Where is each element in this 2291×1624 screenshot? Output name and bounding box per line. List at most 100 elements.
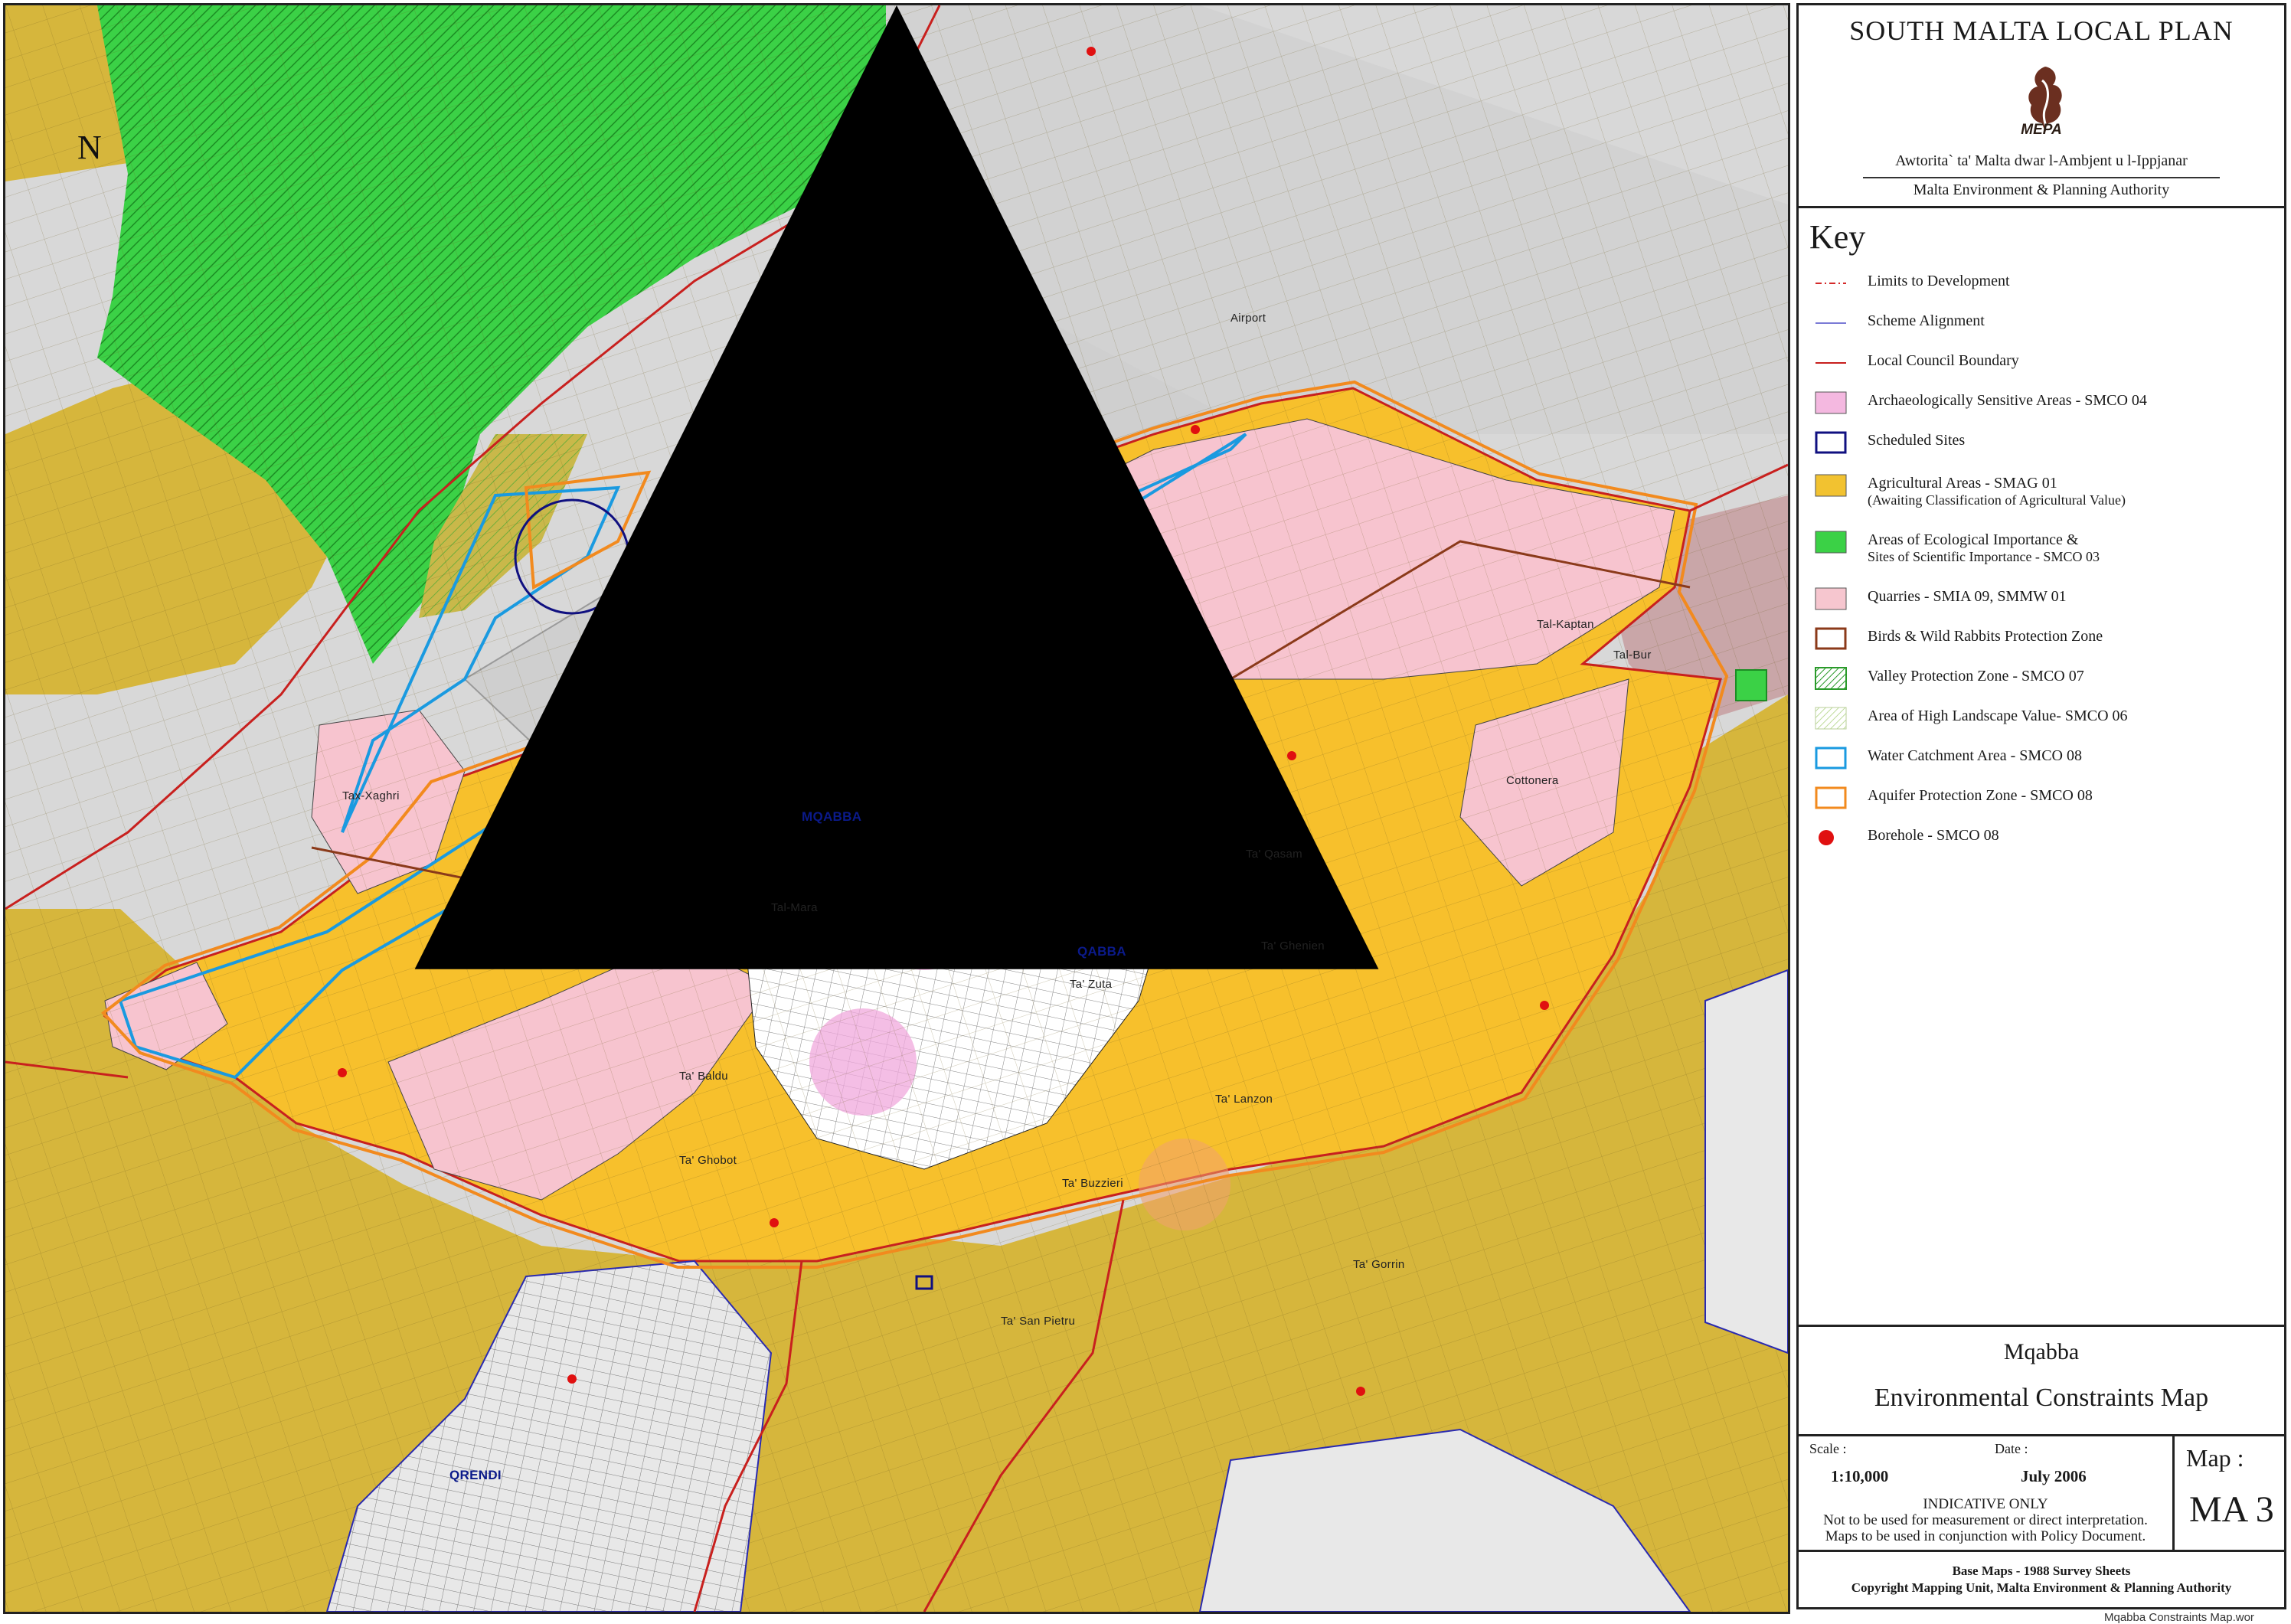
- scale-block: Scale : 1:10,000 Date : July 2006 INDICA…: [1799, 1436, 2284, 1552]
- key-label-line-1: Aquifer Protection Zone - SMCO 08: [1868, 787, 2093, 804]
- key-label: Borehole - SMCO 08: [1868, 827, 1999, 844]
- map-type: Environmental Constraints Map: [1874, 1384, 2209, 1412]
- map-label-ta-ghobot: Ta' Ghobot: [679, 1154, 737, 1167]
- map-label-airport: Airport: [1230, 312, 1266, 325]
- key-label: Archaeologically Sensitive Areas - SMCO …: [1868, 392, 2147, 409]
- map-label-ta-baldu: Ta' Baldu: [679, 1070, 728, 1083]
- key-item: Limits to Development: [1814, 268, 2273, 299]
- key-symbol-icon: [1814, 746, 1848, 770]
- key-label: Areas of Ecological Importance & Sites of…: [1868, 531, 2100, 565]
- key-symbol-icon: [1814, 473, 1848, 498]
- scale-label: Scale :: [1809, 1441, 1847, 1456]
- key-symbol-icon: [1814, 706, 1848, 730]
- key-symbol-icon: [1814, 311, 1848, 335]
- map-label-ta-qasam: Ta' Qasam: [1246, 848, 1302, 861]
- key-label: Scheduled Sites: [1868, 432, 1965, 449]
- map-label-ta-san-pietru: Ta' San Pietru: [1001, 1315, 1076, 1328]
- key-item: Archaeologically Sensitive Areas - SMCO …: [1814, 387, 2273, 418]
- key-label-line-1: Scheme Alignment: [1868, 312, 1985, 329]
- key-label: Birds & Wild Rabbits Protection Zone: [1868, 628, 2103, 645]
- key-item: Aquifer Protection Zone - SMCO 08: [1814, 783, 2273, 813]
- date-label: Date :: [1995, 1441, 2028, 1456]
- key-symbol-icon: [1814, 587, 1848, 611]
- map-label-mqabba: MQABBA: [802, 809, 862, 824]
- authority-name-english: Malta Environment & Planning Authority: [1913, 181, 2170, 198]
- map-label-ta-zuta: Ta' Zuta: [1070, 978, 1113, 991]
- credits-line-1: Base Maps - 1988 Survey Sheets: [1952, 1564, 2131, 1578]
- logo-text: MEPA: [2021, 122, 2062, 138]
- disclaimer-line-3: Maps to be used in conjunction with Poli…: [1825, 1528, 2146, 1544]
- key-symbol-icon: [1814, 530, 1848, 554]
- authority-divider: [1863, 177, 2220, 178]
- key-label-line-1: Agricultural Areas - SMAG 01: [1868, 475, 2057, 492]
- map-number: MA 3: [2189, 1489, 2274, 1530]
- map-label-qabba: QABBA: [1077, 944, 1126, 959]
- map-label-ta-gorrin: Ta' Gorrin: [1353, 1258, 1405, 1271]
- key-label-line-1: Valley Protection Zone - SMCO 07: [1868, 668, 2084, 685]
- key-item: Borehole - SMCO 08: [1814, 822, 2273, 853]
- key-label-line-1: Area of High Landscape Value- SMCO 06: [1868, 707, 2128, 724]
- map-label-cottonera: Cottonera: [1506, 774, 1559, 787]
- map-label-ta-ghenien: Ta' Ghenien: [1261, 939, 1325, 953]
- key-item: Scheduled Sites: [1814, 427, 2273, 458]
- key-label: Scheme Alignment: [1868, 312, 1985, 329]
- key-block: Key Limits to Development Scheme Alignmen…: [1799, 208, 2284, 1327]
- key-label: Local Council Boundary: [1868, 352, 2019, 369]
- key-label-line-1: Areas of Ecological Importance &: [1868, 531, 2079, 548]
- key-label: Water Catchment Area - SMCO 08: [1868, 747, 2082, 764]
- disclaimer-line-1: INDICATIVE ONLY: [1923, 1496, 2048, 1512]
- key-symbol-icon: [1814, 666, 1848, 691]
- key-item: Quarries - SMIA 09, SMMW 01: [1814, 583, 2273, 614]
- key-label-line-1: Local Council Boundary: [1868, 352, 2019, 369]
- scale-value: 1:10,000: [1831, 1467, 1889, 1485]
- key-label: Aquifer Protection Zone - SMCO 08: [1868, 787, 2093, 804]
- north-letter: N: [77, 129, 102, 166]
- plan-title: SOUTH MALTA LOCAL PLAN: [1849, 15, 2234, 46]
- key-symbol-icon: [1814, 786, 1848, 810]
- key-symbol-icon: [1814, 430, 1848, 455]
- map-label-ta-buzzieri: Ta' Buzzieri: [1062, 1177, 1123, 1190]
- key-symbol-icon: [1814, 271, 1848, 296]
- key-label-line-1: Water Catchment Area - SMCO 08: [1868, 747, 2082, 764]
- map-area[interactable]: N MQABBA QABBA QRENDI Tal-Mara Ta' San P…: [3, 3, 1790, 1614]
- key-item: Agricultural Areas - SMAG 01 (Awaiting Cl…: [1814, 470, 2273, 508]
- key-label-line-1: Archaeologically Sensitive Areas - SMCO …: [1868, 392, 2147, 409]
- title-block: SOUTH MALTA LOCAL PLAN MEPA Awtorita` ta…: [1799, 5, 2284, 208]
- scale-date-cell: Scale : 1:10,000 Date : July 2006 INDICA…: [1799, 1436, 2175, 1550]
- legend-panel: SOUTH MALTA LOCAL PLAN MEPA Awtorita` ta…: [1796, 3, 2286, 1609]
- key-label-line-1: Birds & Wild Rabbits Protection Zone: [1868, 628, 2103, 645]
- map-label-ta-lanzon: Ta' Lanzon: [1215, 1093, 1273, 1106]
- map-label-tal-bur: Tal-Bur: [1613, 649, 1652, 662]
- key-label-line-1: Quarries - SMIA 09, SMMW 01: [1868, 588, 2067, 605]
- key-label-line-2: Sites of Scientific Importance - SMCO 03: [1868, 549, 2100, 564]
- disclaimer-line-2: Not to be used for measurement or direct…: [1823, 1512, 2148, 1528]
- key-item: Area of High Landscape Value- SMCO 06: [1814, 703, 2273, 734]
- key-symbol-icon: [1814, 626, 1848, 651]
- map-label-tal-mara: Tal-Mara: [771, 901, 818, 914]
- key-label-line-1: Limits to Development: [1868, 273, 2010, 289]
- key-label: Agricultural Areas - SMAG 01 (Awaiting Cl…: [1868, 475, 2126, 508]
- key-label-line-2: (Awaiting Classification of Agricultural…: [1868, 492, 2126, 508]
- map-number-label: Map :: [2186, 1444, 2244, 1472]
- key-label: Quarries - SMIA 09, SMMW 01: [1868, 588, 2067, 605]
- authority-name-maltese: Awtorita` ta' Malta dwar l-Ambjent u l-I…: [1895, 152, 2188, 169]
- file-name: Mqabba Constraints Map.wor: [2104, 1611, 2254, 1624]
- date-value: July 2006: [2021, 1467, 2087, 1485]
- settlement-name: Mqabba: [2003, 1339, 2080, 1364]
- key-label: Limits to Development: [1868, 273, 2010, 289]
- map-label-tax-xaghri: Tax-Xaghri: [342, 789, 400, 802]
- key-symbol-icon: [1814, 351, 1848, 375]
- key-title: Key: [1809, 218, 1866, 256]
- key-symbol-icon: [1814, 825, 1848, 850]
- key-label-line-1: Scheduled Sites: [1868, 432, 1966, 449]
- disclaimer: INDICATIVE ONLY Not to be used for measu…: [1799, 1496, 2172, 1544]
- map-name-block: Mqabba Environmental Constraints Map: [1799, 1327, 2284, 1436]
- key-item: Water Catchment Area - SMCO 08: [1814, 743, 2273, 773]
- key-label-line-1: Borehole - SMCO 08: [1868, 827, 1999, 844]
- credits-line-2: Copyright Mapping Unit, Malta Environmen…: [1851, 1580, 2232, 1595]
- map-label-qrendi: QRENDI: [449, 1468, 502, 1482]
- key-item: Scheme Alignment: [1814, 308, 2273, 338]
- key-symbol-icon: [1814, 390, 1848, 415]
- key-label: Valley Protection Zone - SMCO 07: [1868, 668, 2084, 685]
- key-item: Local Council Boundary: [1814, 348, 2273, 378]
